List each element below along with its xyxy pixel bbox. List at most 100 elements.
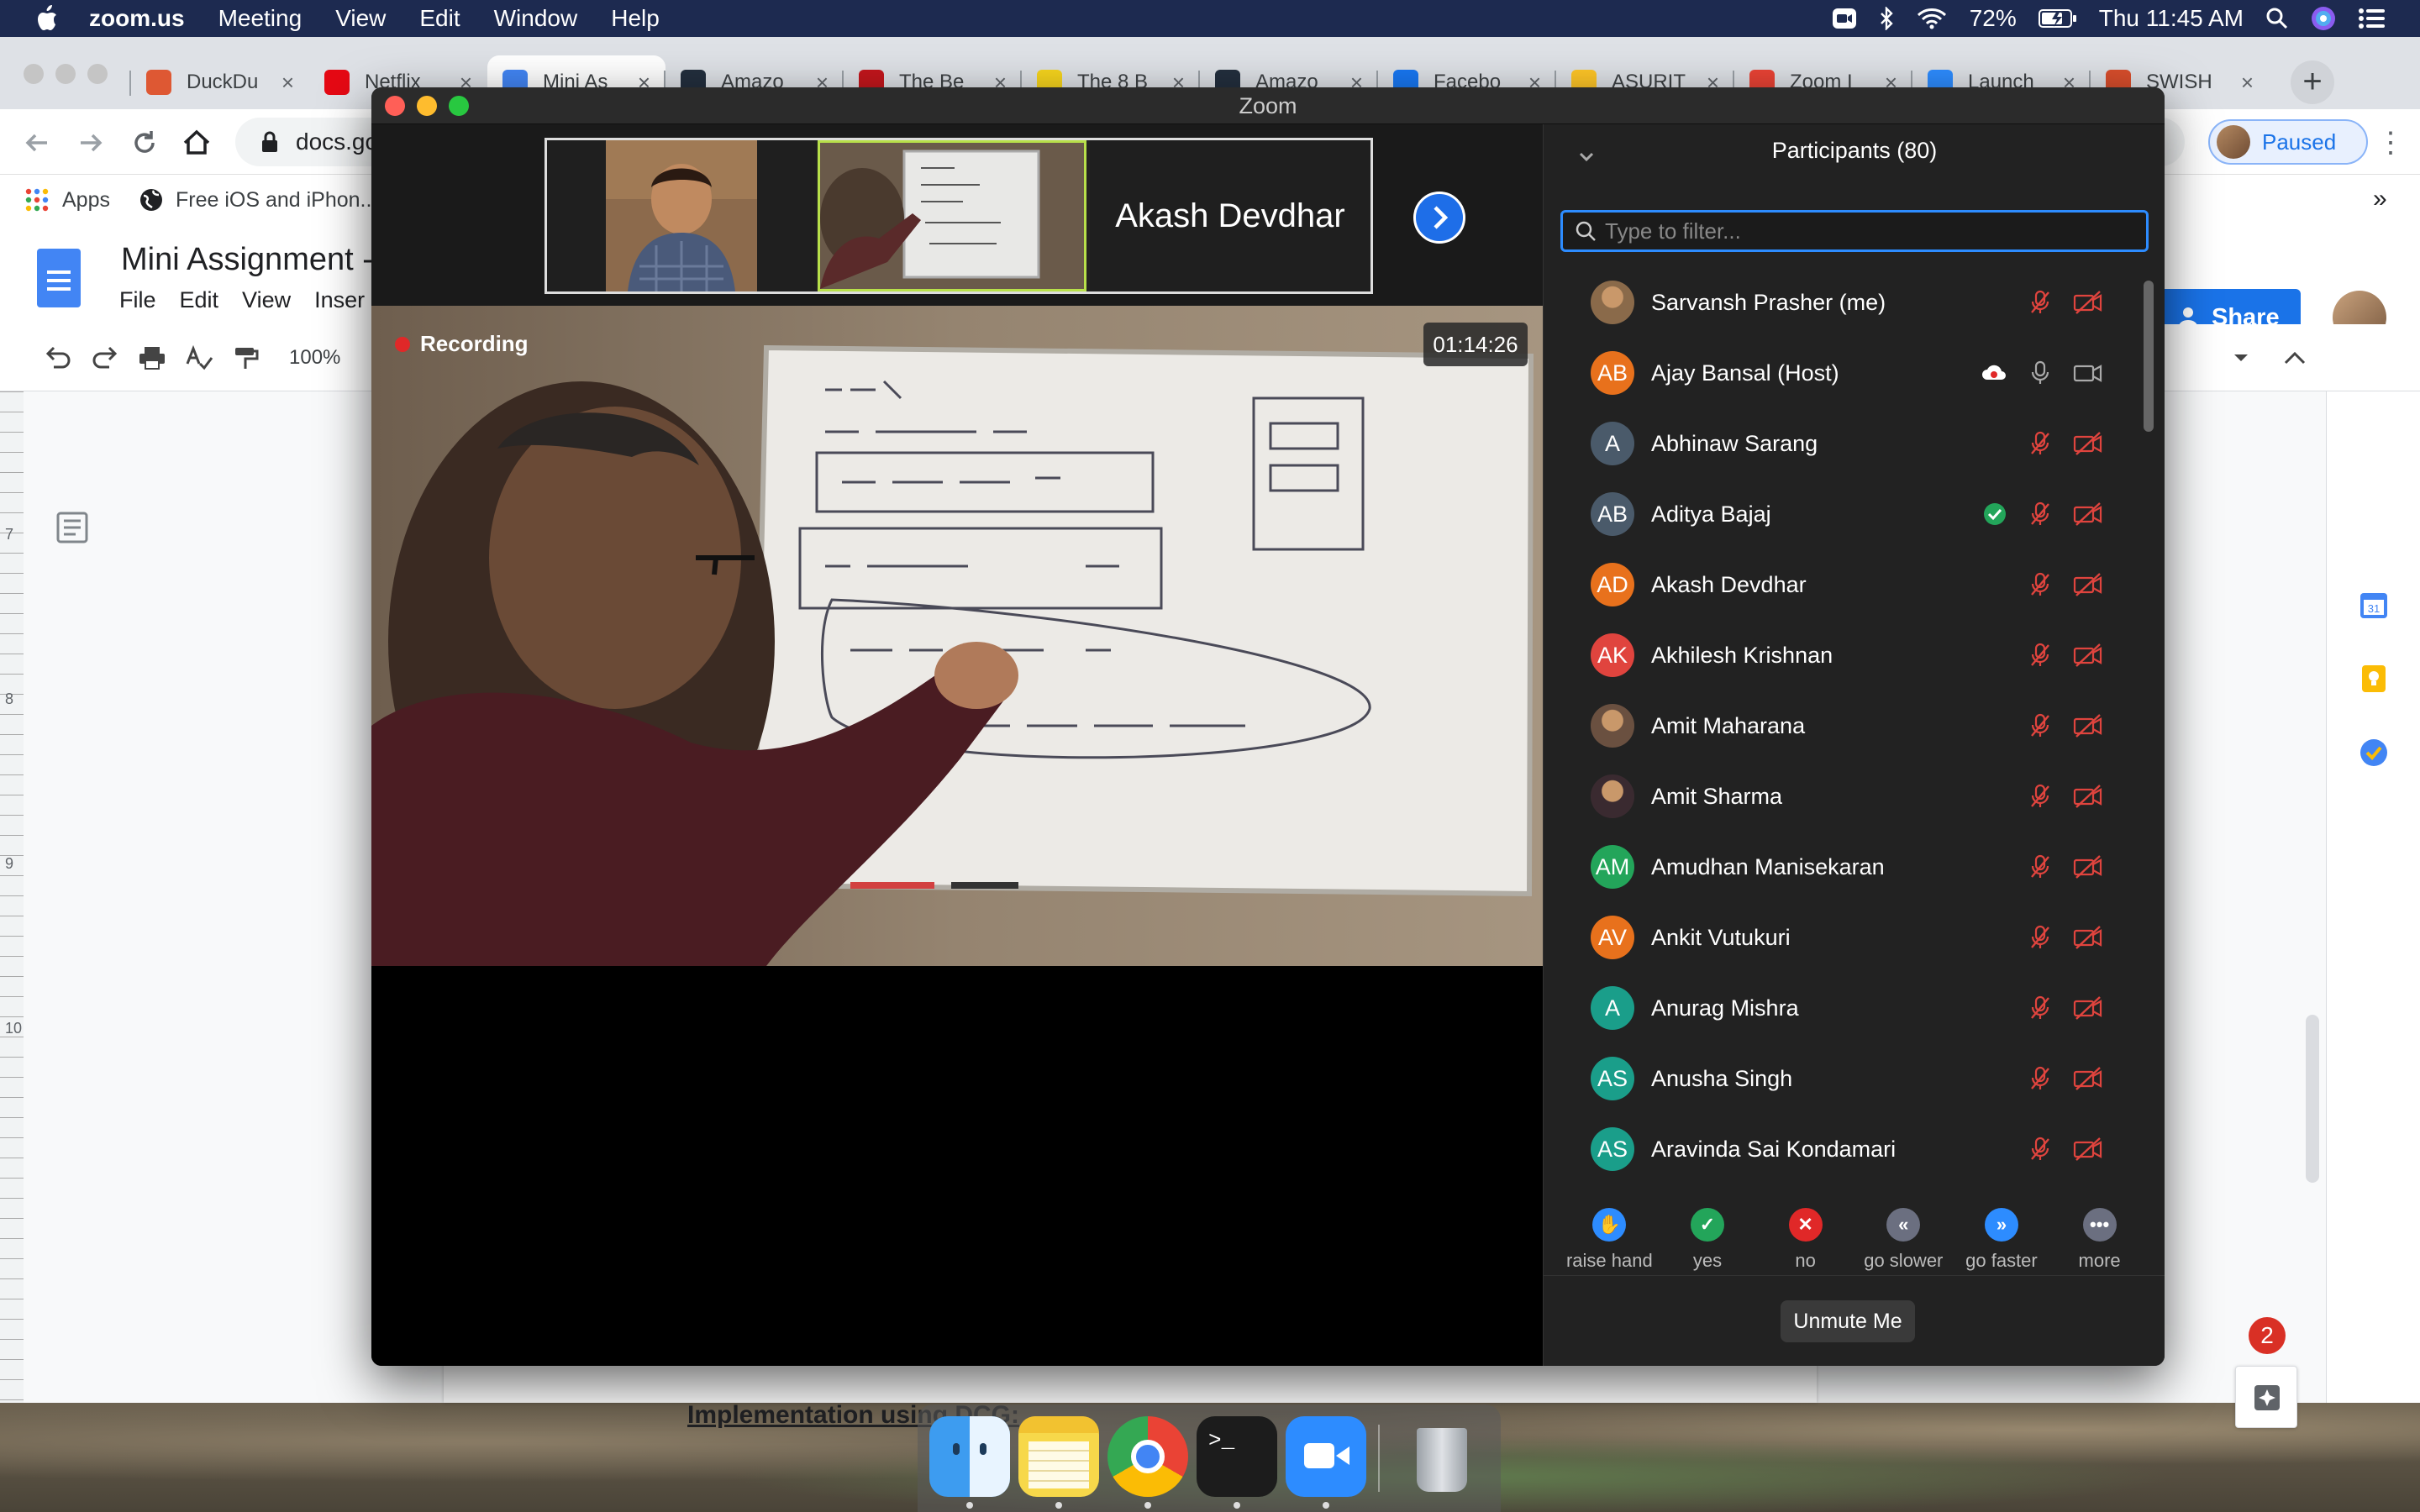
participant-row[interactable]: AS Aravinda Sai Kondamari (1544, 1114, 2132, 1184)
reload-button[interactable] (126, 124, 163, 161)
docs-menu-insert[interactable]: Inser (314, 287, 365, 313)
participant-status-icons (2029, 925, 2103, 950)
docs-menu-edit[interactable]: Edit (180, 287, 219, 313)
wifi-icon[interactable] (1916, 7, 1948, 30)
explore-button[interactable] (2235, 1366, 2297, 1428)
collapse-menus-chevron-icon[interactable] (2282, 349, 2307, 366)
back-button[interactable] (18, 124, 55, 161)
dock-trash-icon[interactable] (1402, 1416, 1482, 1497)
reaction-go-slower-button[interactable]: « go slower (1856, 1208, 1950, 1300)
participant-row[interactable]: Amit Maharana (1544, 690, 2132, 761)
tab-close-icon[interactable]: × (2241, 70, 2254, 96)
participant-status-icons (2029, 572, 2103, 597)
menu-window[interactable]: Window (494, 5, 578, 32)
participant-row[interactable]: A Abhinaw Sarang (1544, 408, 2132, 479)
macos-menu-bar: zoom.us Meeting View Edit Window Help 72… (0, 0, 2420, 37)
siri-icon[interactable] (2311, 6, 2336, 31)
document-title[interactable]: Mini Assignment - (121, 242, 373, 278)
undo-icon[interactable] (44, 345, 72, 370)
participant-row[interactable]: AB Ajay Bansal (Host) (1544, 338, 2132, 408)
participants-scrollbar[interactable] (2144, 281, 2154, 432)
profile-paused-button[interactable]: Paused (2208, 119, 2368, 165)
reaction-no-button[interactable]: ✕ no (1759, 1208, 1853, 1300)
participant-video-thumb-2[interactable] (818, 140, 1086, 291)
profile-avatar (2217, 125, 2250, 159)
reaction-raise-hand-button[interactable]: ✋ raise hand (1562, 1208, 1656, 1300)
bookmark-free-ios[interactable]: Free iOS and iPhon... (139, 187, 377, 213)
docs-menu-view[interactable]: View (242, 287, 291, 313)
participant-row[interactable]: AM Amudhan Manisekaran (1544, 832, 2132, 902)
participant-row[interactable]: AV Ankit Vutukuri (1544, 902, 2132, 973)
reaction-raise-hand-icon: ✋ (1592, 1208, 1627, 1242)
paint-format-icon[interactable] (232, 345, 260, 370)
redo-icon[interactable] (91, 345, 119, 370)
participant-row[interactable]: Sarvansh Prasher (me) (1544, 267, 2132, 338)
dock-zoom-icon[interactable] (1286, 1416, 1366, 1497)
apple-logo-icon[interactable] (34, 4, 59, 33)
participant-name-tile[interactable]: Akash Devdhar (1090, 140, 1370, 291)
dock-notes-icon[interactable] (1018, 1416, 1099, 1497)
gallery-next-button[interactable] (1413, 192, 1465, 244)
unmute-me-button[interactable]: Unmute Me (1781, 1300, 1915, 1342)
participant-row[interactable]: A Anurag Mishra (1544, 973, 2132, 1043)
participant-row[interactable]: AS Anusha Singh (1544, 1043, 2132, 1114)
participant-status-icons (1982, 501, 2103, 527)
tab-separator (129, 71, 131, 96)
bluetooth-icon[interactable] (1879, 7, 1894, 30)
battery-charging-icon[interactable] (2038, 8, 2077, 29)
participant-video-thumb-1[interactable] (547, 140, 816, 291)
menu-bar-clock[interactable]: Thu 11:45 AM (2099, 5, 2244, 32)
participant-avatar: A (1591, 986, 1634, 1030)
zoom-select[interactable]: 100% (289, 346, 340, 370)
menu-view[interactable]: View (335, 5, 386, 32)
tab-close-icon[interactable]: × (281, 70, 294, 96)
menu-help[interactable]: Help (611, 5, 660, 32)
calendar-icon[interactable]: 31 (2359, 590, 2389, 620)
spellcheck-icon[interactable] (185, 344, 213, 370)
zoom-maximize-button[interactable] (449, 96, 469, 116)
dock-chrome-icon[interactable] (1107, 1416, 1188, 1497)
toolbar-more-dropdown-icon[interactable] (2231, 351, 2251, 365)
home-button[interactable] (178, 124, 215, 161)
participant-status-icons (2029, 854, 2103, 879)
docs-menu-file[interactable]: File (119, 287, 156, 313)
participant-row[interactable]: AD Akash Devdhar (1544, 549, 2132, 620)
control-center-icon[interactable] (2358, 7, 2386, 30)
reaction-more-button[interactable]: ••• more (2053, 1208, 2147, 1300)
print-icon[interactable] (138, 345, 166, 370)
keep-icon[interactable] (2359, 664, 2389, 694)
forward-button[interactable] (72, 124, 109, 161)
microphone-muted-icon (2029, 643, 2051, 668)
search-icon (1576, 221, 1596, 241)
active-speaker-video[interactable]: Recording 01:14:26 (371, 306, 1543, 966)
zoom-status-icon[interactable] (1832, 8, 1857, 29)
browser-tab[interactable]: DuckDu × (131, 55, 309, 109)
chrome-minimize-dot[interactable] (55, 64, 76, 84)
microphone-icon (2029, 360, 2051, 386)
zoom-close-button[interactable] (385, 96, 405, 116)
new-tab-button[interactable]: + (2291, 60, 2334, 104)
spotlight-search-icon[interactable] (2265, 7, 2289, 30)
menu-edit[interactable]: Edit (419, 5, 460, 32)
dock-finder-icon[interactable] (929, 1416, 1010, 1497)
dock-terminal-icon[interactable]: >_ (1197, 1416, 1277, 1497)
participant-row[interactable]: AK Akhilesh Krishnan (1544, 620, 2132, 690)
reaction-go-slower-icon: « (1886, 1208, 1921, 1242)
participants-filter-input[interactable]: Type to filter... (1560, 210, 2149, 252)
chrome-zoom-dot[interactable] (87, 64, 108, 84)
reaction-go-faster-button[interactable]: » go faster (1954, 1208, 2049, 1300)
participant-row[interactable]: Amit Sharma (1544, 761, 2132, 832)
chrome-menu-icon[interactable]: ⋮ (2376, 126, 2405, 160)
app-menu-zoom[interactable]: zoom.us (89, 5, 185, 32)
reaction-yes-button[interactable]: ✓ yes (1660, 1208, 1754, 1300)
bookmarks-overflow-icon[interactable]: » (2373, 185, 2387, 213)
google-docs-logo-icon[interactable] (37, 249, 81, 307)
bookmark-apps[interactable]: Apps (0, 188, 110, 213)
chrome-close-dot[interactable] (24, 64, 44, 84)
zoom-minimize-button[interactable] (417, 96, 437, 116)
menu-meeting[interactable]: Meeting (218, 5, 302, 32)
document-outline-icon[interactable] (55, 511, 89, 544)
participant-row[interactable]: AB Aditya Bajaj (1544, 479, 2132, 549)
docs-scrollbar[interactable] (2306, 1015, 2319, 1183)
tasks-icon[interactable] (2359, 738, 2389, 768)
